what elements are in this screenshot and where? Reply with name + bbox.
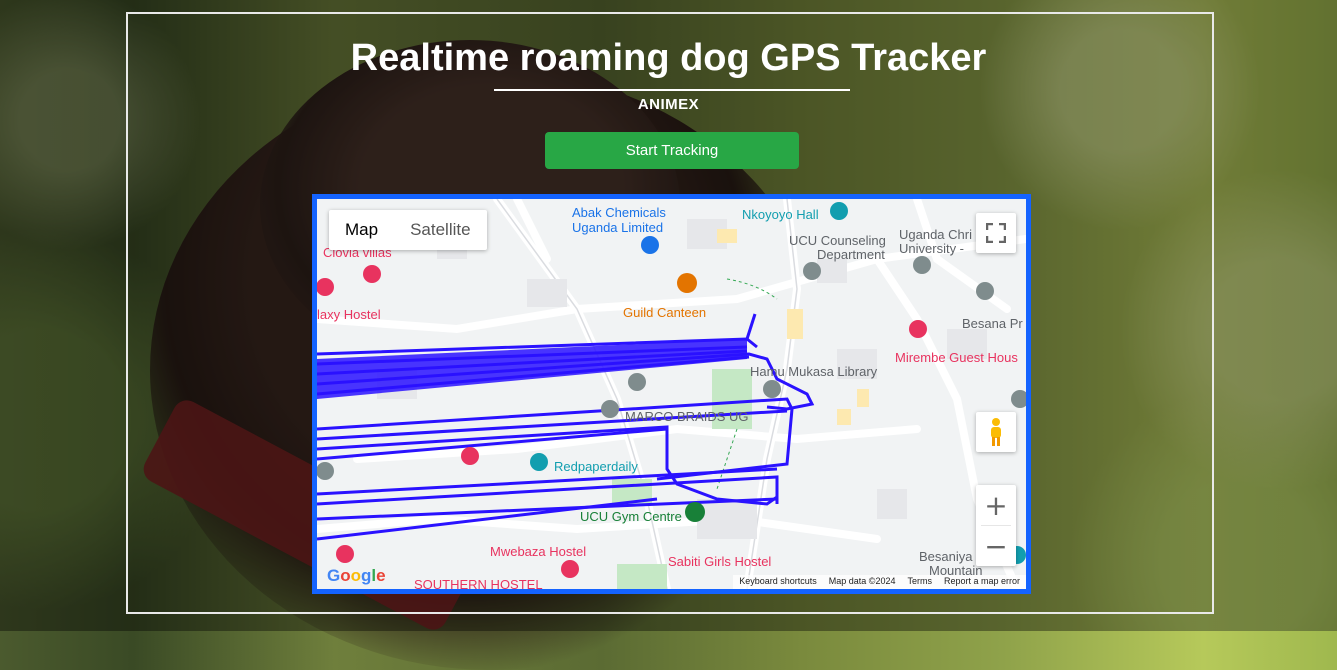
fullscreen-button[interactable] <box>976 213 1016 253</box>
fullscreen-icon <box>986 223 1006 243</box>
map-label: UCU Counseling <box>789 233 886 248</box>
map-label: Guild Canteen <box>623 305 707 320</box>
map-label: MARCO BRAIDS UG <box>625 409 749 424</box>
map-tiles <box>317 199 1026 589</box>
map-label: University - <box>899 241 965 256</box>
page-title: Realtime roaming dog GPS Tracker <box>350 37 987 79</box>
brand-subtitle: ANIMEX <box>637 96 700 113</box>
zoom-control: + − <box>976 485 1016 566</box>
map-label: Mwebaza Hostel <box>490 544 587 559</box>
pegman-icon <box>991 418 1001 446</box>
map-label: laxy Hostel <box>317 307 381 322</box>
google-logo[interactable]: Google <box>327 566 386 586</box>
map-label: Sabiti Girls Hostel <box>668 554 772 569</box>
map-label: Hamu Mukasa Library <box>750 364 878 379</box>
street-view-button[interactable] <box>976 412 1016 452</box>
zoom-out-button[interactable]: − <box>976 526 1016 566</box>
map-type-map-button[interactable]: Map <box>329 210 394 250</box>
zoom-in-button[interactable]: + <box>976 485 1016 525</box>
start-tracking-button[interactable]: Start Tracking <box>545 132 799 169</box>
terms-link[interactable]: Terms <box>901 575 938 589</box>
map-attribution: Keyboard shortcuts Map data ©2024 Terms … <box>733 575 1026 589</box>
map-label: Department <box>817 247 885 262</box>
map-label: Uganda Limited <box>572 220 664 235</box>
map-label: Mirembe Guest Hous <box>895 350 1018 365</box>
map-label: Besaniya <box>919 549 973 564</box>
map-label: Abak Chemicals <box>572 205 666 220</box>
keyboard-shortcuts-link[interactable]: Keyboard shortcuts <box>733 575 823 589</box>
map-data-text: Map data ©2024 <box>828 576 896 586</box>
map-label: Besana Pr <box>962 316 1023 331</box>
map-label: Redpaperdaily <box>554 459 638 474</box>
map-type-satellite-button[interactable]: Satellite <box>394 210 486 250</box>
map-label: Uganda Chri <box>899 227 972 242</box>
title-underline <box>494 89 850 91</box>
map-type-control: Map Satellite <box>329 210 487 250</box>
gps-map[interactable]: Abak Chemicals Uganda Limited Nkoyoyo Ha… <box>312 194 1031 594</box>
map-label: UCU Gym Centre <box>580 509 682 524</box>
map-label: Nkoyoyo Hall <box>742 207 819 222</box>
report-error-link[interactable]: Report a map error <box>938 575 1026 589</box>
map-label: SOUTHERN HOSTEL <box>414 577 543 592</box>
